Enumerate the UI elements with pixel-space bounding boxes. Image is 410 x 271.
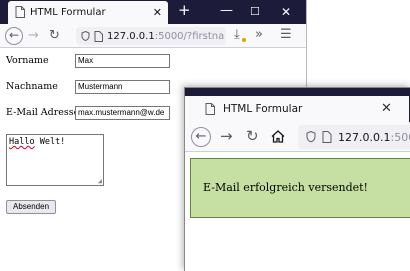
download-indicator-icon bbox=[242, 38, 246, 42]
title-bar bbox=[185, 88, 410, 96]
email-label: E-Mail Adresse bbox=[6, 107, 80, 118]
navigation-bar: ← → ↻ 127.0.0.1:5000 bbox=[185, 122, 410, 152]
success-message: E-Mail erfolgreich versendet! bbox=[190, 158, 410, 218]
overflow-menu-icon[interactable]: » bbox=[255, 28, 263, 42]
page-info-icon bbox=[94, 30, 103, 42]
shield-icon bbox=[306, 131, 316, 143]
tab-title: HTML Formular bbox=[223, 103, 303, 115]
browser-window-success: HTML Formular ✕ ← → ↻ 127.0.0.1:5000 E-M… bbox=[184, 87, 410, 271]
submit-button[interactable]: Absenden bbox=[6, 200, 56, 214]
page-icon bbox=[205, 103, 215, 115]
tab-title: HTML Formular bbox=[30, 7, 106, 18]
reload-icon[interactable]: ↻ bbox=[246, 129, 259, 144]
resize-handle-icon[interactable]: ◢ bbox=[98, 177, 102, 185]
url-host: 127.0.0.1 bbox=[107, 30, 155, 42]
hamburger-menu-icon[interactable]: ☰ bbox=[280, 28, 292, 42]
vorname-label: Vorname bbox=[6, 55, 49, 66]
vorname-input[interactable]: Max bbox=[75, 54, 170, 68]
close-tab-icon[interactable]: ✕ bbox=[381, 101, 392, 116]
reload-icon[interactable]: ↻ bbox=[49, 29, 60, 43]
url-host: 127.0.0.1 bbox=[338, 130, 391, 144]
forward-icon[interactable]: → bbox=[220, 129, 233, 144]
message-textarea[interactable]: Hallo Welt! ◢ bbox=[6, 134, 104, 186]
navigation-bar: ← → ↻ 127.0.0.1:5000/?firstna ⤓ » ☰ bbox=[0, 24, 306, 48]
back-icon[interactable]: ← bbox=[5, 27, 23, 45]
page-info-icon bbox=[322, 131, 332, 143]
window-close-icon[interactable]: ✕ bbox=[281, 5, 291, 19]
misspelled-word: Hallo bbox=[9, 137, 35, 147]
message-text: Welt! bbox=[34, 137, 66, 147]
minimize-icon[interactable]: — bbox=[220, 3, 233, 18]
tab-html-formular[interactable]: HTML Formular ✕ bbox=[185, 96, 410, 122]
url-path: :5000/?firstna bbox=[154, 30, 225, 42]
nachname-label: Nachname bbox=[6, 81, 58, 92]
nachname-input[interactable]: Mustermann bbox=[75, 80, 170, 94]
forward-icon[interactable]: → bbox=[28, 29, 39, 43]
download-icon[interactable]: ⤓ bbox=[234, 28, 240, 42]
url-bar[interactable]: 127.0.0.1:5000 bbox=[298, 125, 410, 149]
back-icon[interactable]: ← bbox=[191, 127, 211, 147]
maximize-icon[interactable]: ☐ bbox=[250, 5, 260, 18]
title-bar: HTML Formular ✕ + — ☐ ✕ bbox=[0, 0, 306, 24]
home-icon[interactable] bbox=[271, 130, 285, 143]
url-bar[interactable]: 127.0.0.1:5000/?firstna bbox=[76, 27, 226, 45]
tab-html-formular[interactable]: HTML Formular ✕ bbox=[8, 1, 168, 24]
close-tab-icon[interactable]: ✕ bbox=[153, 6, 162, 19]
shield-icon bbox=[81, 31, 90, 41]
page-icon bbox=[15, 6, 25, 18]
url-path: :5000 bbox=[390, 130, 410, 144]
email-input[interactable]: max.mustermann@w.de bbox=[75, 106, 170, 120]
new-tab-icon[interactable]: + bbox=[178, 1, 191, 19]
